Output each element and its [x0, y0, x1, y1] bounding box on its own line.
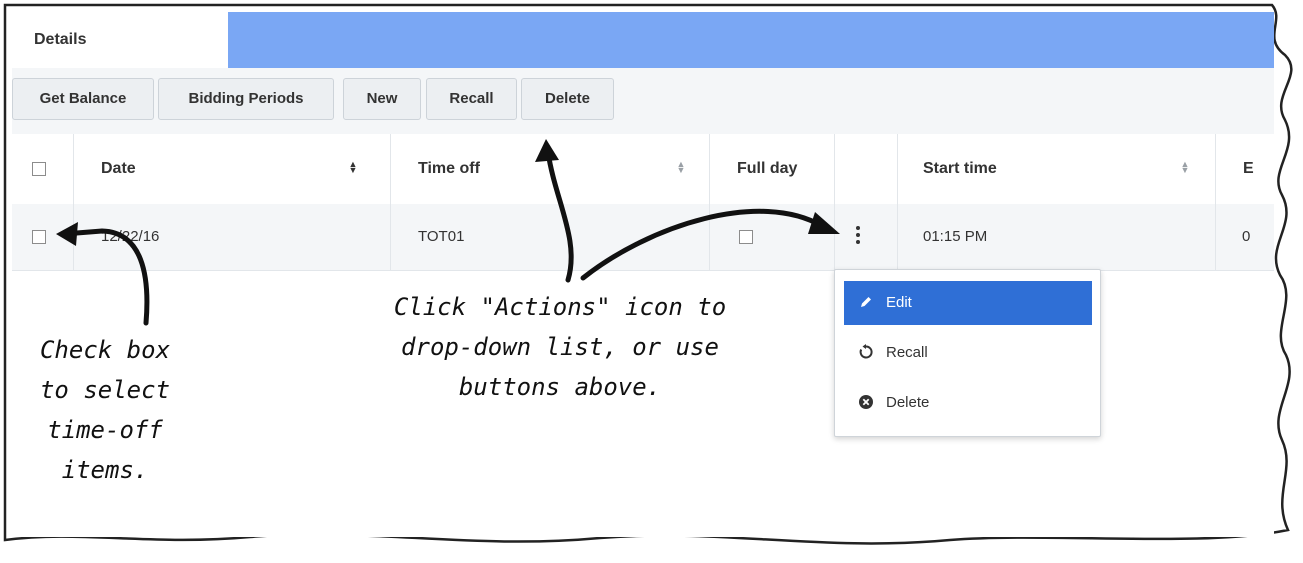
menu-item-label: Recall [886, 344, 928, 361]
menu-item-delete[interactable]: Delete [844, 381, 1092, 425]
tab-details[interactable]: Details [12, 12, 228, 68]
annotation-line: buttons above. [458, 373, 662, 401]
sort-icon[interactable]: ▲ ▼ [348, 160, 358, 175]
column-divider [390, 204, 391, 270]
column-header-end-partial[interactable]: E [1243, 134, 1254, 204]
menu-item-label: Delete [886, 394, 930, 411]
get-balance-button[interactable]: Get Balance [12, 78, 154, 120]
annotation-line: Check box [39, 336, 171, 364]
select-all-checkbox[interactable] [32, 162, 46, 176]
column-divider [834, 134, 835, 204]
annotation-line: items. [61, 456, 149, 484]
sort-icon[interactable]: ▲ ▼ [1180, 160, 1190, 175]
delete-button[interactable]: Delete [521, 78, 614, 120]
recall-button[interactable]: Recall [426, 78, 517, 120]
annotation-line: Click "Actions" icon to [393, 293, 727, 321]
column-divider [1215, 204, 1216, 270]
column-header-full-day[interactable]: Full day [737, 134, 797, 204]
checkbox-annotation: Check box to select time-off items. [5, 330, 205, 490]
column-divider [897, 134, 898, 204]
annotation-line: drop-down list, or use [401, 333, 719, 361]
actions-dropdown-menu: Edit Recall Delete [834, 269, 1101, 437]
cell-end-partial: 0 [1242, 228, 1251, 245]
pencil-icon [861, 297, 871, 307]
menu-item-edit[interactable]: Edit [844, 281, 1092, 325]
cell-start-time: 01:15 PM [923, 228, 988, 245]
cell-date: 12/22/16 [101, 228, 160, 245]
actions-annotation: Click "Actions" icon to drop-down list, … [385, 287, 735, 407]
recall-icon [859, 344, 873, 359]
column-divider [73, 134, 74, 204]
menu-item-label: Edit [886, 294, 912, 311]
annotation-line: time-off [47, 416, 163, 444]
column-divider [897, 204, 898, 270]
bidding-periods-button[interactable]: Bidding Periods [158, 78, 334, 120]
column-divider [73, 204, 74, 270]
tab-bar: Details [12, 12, 1274, 68]
column-header-start-time[interactable]: Start time [923, 134, 997, 204]
column-header-time-off[interactable]: Time off [418, 134, 480, 204]
column-divider [709, 204, 710, 270]
column-divider [390, 134, 391, 204]
menu-item-recall[interactable]: Recall [844, 331, 1092, 375]
actions-kebab-icon[interactable] [855, 226, 861, 248]
full-day-checkbox[interactable] [739, 230, 753, 244]
column-divider [1215, 134, 1216, 204]
table-header: Date ▲ ▼ Time off ▲ ▼ Full day Start time … [12, 134, 1274, 205]
column-divider [834, 204, 835, 270]
column-header-date[interactable]: Date [101, 134, 136, 204]
annotation-line: to select [39, 376, 171, 404]
toolbar: Get Balance Bidding Periods New Recall D… [12, 68, 1274, 135]
column-divider [709, 134, 710, 204]
table-row[interactable]: 12/22/16 TOT01 01:15 PM 0 [12, 204, 1274, 271]
delete-circle-icon [859, 395, 873, 409]
sort-icon[interactable]: ▲ ▼ [676, 160, 686, 175]
cell-time-off: TOT01 [418, 228, 465, 245]
row-checkbox[interactable] [32, 230, 46, 244]
new-button[interactable]: New [343, 78, 421, 120]
